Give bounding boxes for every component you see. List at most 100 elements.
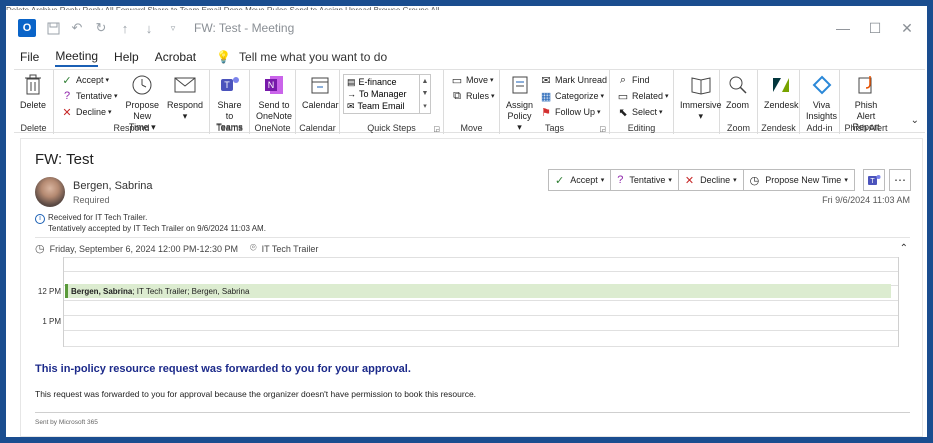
follow-up-button[interactable]: ⚑ Follow Up ▾ (539, 104, 607, 120)
teams-icon: T (219, 72, 241, 98)
location-pin-icon: ⌾ (250, 242, 257, 254)
tab-file[interactable]: File (20, 48, 39, 66)
lightbulb-icon: 💡 (216, 50, 232, 64)
background-toolbar-strip: Delete Archive Reply Reply All Forward S… (6, 6, 927, 10)
question-icon: ? (63, 90, 71, 102)
avatar[interactable] (35, 177, 65, 207)
calendar-appointment[interactable]: Bergen, Sabrina ; IT Tech Trailer; Berge… (65, 284, 891, 298)
calendar-icon (310, 72, 330, 98)
message-subject: FW: Test (35, 151, 94, 168)
collapse-details-icon[interactable]: ⌃ (900, 243, 908, 254)
group-label-onenote: OneNote (254, 123, 291, 133)
group-tags: Assign Policy ▾ ✉ Mark Unread ▦ Categorize… (500, 70, 610, 134)
group-calendar: Calendar Calendar (296, 70, 340, 134)
group-immersive: Immersive ▾ (674, 70, 722, 134)
accept-button[interactable]: ✓ Accept ▾ (548, 169, 612, 191)
approval-headline: This in-policy resource request was forw… (35, 363, 411, 375)
sent-date: Fri 9/6/2024 11:03 AM (822, 195, 910, 205)
meeting-info: i Received for IT Tech Trailer. Tentative… (35, 213, 266, 234)
tab-meeting[interactable]: Meeting (55, 47, 99, 67)
delete-button[interactable]: Delete (17, 72, 49, 111)
group-label-delete: Delete (20, 123, 47, 133)
mark-unread-button[interactable]: ✉ Mark Unread (539, 72, 607, 88)
minimize-icon[interactable]: — (827, 14, 859, 42)
viva-insights-icon (812, 72, 832, 98)
group-editing: ⌕ Find ▭ Related ▾ ⬉ Select ▾ Editing (610, 70, 674, 134)
group-add-in: Viva Insights Add-in (800, 70, 840, 134)
collapse-ribbon-icon[interactable]: ⌄ (911, 115, 919, 126)
accept-ribbon-button[interactable]: ✓ Accept ▾ (60, 72, 118, 88)
zendesk-icon (771, 72, 791, 98)
onenote-icon: N (263, 72, 285, 98)
tell-me-box[interactable]: 💡 Tell me what you want to do (216, 50, 387, 64)
x-icon: ✕ (62, 106, 72, 119)
tentative-button[interactable]: ? Tentative ▾ (610, 169, 679, 191)
decline-button[interactable]: ✕ Decline ▾ (677, 169, 744, 191)
customize-toolbar-icon[interactable]: ▿ (164, 19, 182, 37)
zoom-button[interactable]: Zoom (723, 72, 752, 111)
quick-step-to-manager[interactable]: → To Manager (347, 88, 427, 100)
window-title: FW: Test - Meeting (194, 21, 295, 35)
redo-icon[interactable]: ↻ (92, 19, 110, 37)
quick-step-efinance[interactable]: ▤ E-finance (347, 76, 427, 88)
group-delete: Delete Delete (14, 70, 54, 134)
sender-name[interactable]: Bergen, Sabrina (73, 180, 153, 192)
respond-button[interactable]: Respond ▾ (164, 72, 206, 122)
related-button[interactable]: ▭ Related ▾ (616, 88, 669, 104)
related-icon: ▭ (617, 90, 629, 103)
tab-acrobat[interactable]: Acrobat (155, 48, 196, 66)
trash-icon (24, 72, 42, 98)
group-label-zendesk: Zendesk (761, 123, 796, 133)
svg-text:N: N (268, 80, 275, 90)
viva-insights-button[interactable]: Viva Insights (803, 72, 840, 122)
more-options-button[interactable]: ⋯ (889, 169, 911, 191)
maximize-icon[interactable]: ☐ (859, 14, 891, 42)
down-arrow-icon[interactable]: ↓ (140, 19, 158, 37)
group-move: ▭ Move ▾ ⧉ Rules ▾ Move (444, 70, 500, 134)
immersive-reader-button[interactable]: Immersive ▾ (677, 72, 725, 122)
group-label-phish-alert: Phish Alert (844, 123, 888, 133)
divider (35, 412, 910, 413)
up-arrow-icon[interactable]: ↑ (116, 19, 134, 37)
zendesk-button[interactable]: Zendesk (761, 72, 802, 111)
question-icon: ? (617, 174, 624, 186)
select-button[interactable]: ⬉ Select ▾ (616, 104, 669, 120)
group-label-add-in: Add-in (806, 123, 833, 133)
response-bar: ✓ Accept ▾ ? Tentative ▾ ✕ Decline ▾ ◷ Propose … (548, 169, 855, 191)
rules-button[interactable]: ⧉ Rules ▾ (450, 88, 494, 104)
group-label-quick-steps: Quick Steps (367, 123, 416, 133)
group-label-teams: Teams (216, 123, 243, 133)
undo-icon[interactable]: ↶ (68, 19, 86, 37)
quick-steps-scroll[interactable]: ▲ ▼ ▾ (419, 75, 430, 113)
svg-text:T: T (224, 80, 230, 90)
propose-new-time-button[interactable]: ◷ Propose New Time ▾ (742, 169, 855, 191)
group-phish-alert: Phish Alert Report Phish Alert (840, 70, 892, 134)
window-controls: — ☐ ✕ (827, 14, 923, 42)
teams-icon: T (868, 175, 881, 185)
quick-step-team-email[interactable]: ✉ Team Email (347, 100, 427, 112)
categorize-icon: ▦ (540, 90, 552, 103)
reading-pane: FW: Test Bergen, Sabrina Required ✓ Accep… (20, 138, 923, 437)
meeting-when: ◷ Friday, September 6, 2024 12:00 PM-12:… (35, 242, 319, 255)
decline-ribbon-button[interactable]: ✕ Decline ▾ (60, 104, 118, 120)
outlook-icon: O (18, 19, 36, 37)
tab-help[interactable]: Help (114, 48, 139, 66)
calendar-button[interactable]: Calendar (299, 72, 342, 111)
group-zoom: Zoom Zoom (720, 70, 758, 134)
clock-icon (131, 72, 153, 98)
find-button[interactable]: ⌕ Find (616, 72, 669, 88)
tentative-ribbon-button[interactable]: ? Tentative ▾ (60, 88, 118, 104)
move-button[interactable]: ▭ Move ▾ (450, 72, 495, 88)
save-icon[interactable] (44, 19, 62, 37)
x-icon: ✕ (684, 174, 695, 187)
sent-by-footer: Sent by Microsoft 365 (35, 419, 98, 426)
phish-hook-icon (856, 72, 876, 98)
menu-bar: File Meeting Help Acrobat 💡 Tell me what… (20, 46, 387, 68)
ribbon: Delete Delete ✓ Accept ▾ ? Tentative ▾ ✕ Decl… (14, 69, 925, 134)
categorize-button[interactable]: ▦ Categorize ▾ (539, 88, 607, 104)
hour-label: 12 PM (37, 287, 61, 296)
teams-chat-button[interactable]: T (863, 169, 885, 191)
send-to-onenote-button[interactable]: N Send to OneNote (253, 72, 295, 122)
close-icon[interactable]: ✕ (891, 14, 923, 42)
quick-steps-gallery[interactable]: ▤ E-finance → To Manager ✉ Team Email ▲ ▼ ▾ (343, 74, 431, 114)
